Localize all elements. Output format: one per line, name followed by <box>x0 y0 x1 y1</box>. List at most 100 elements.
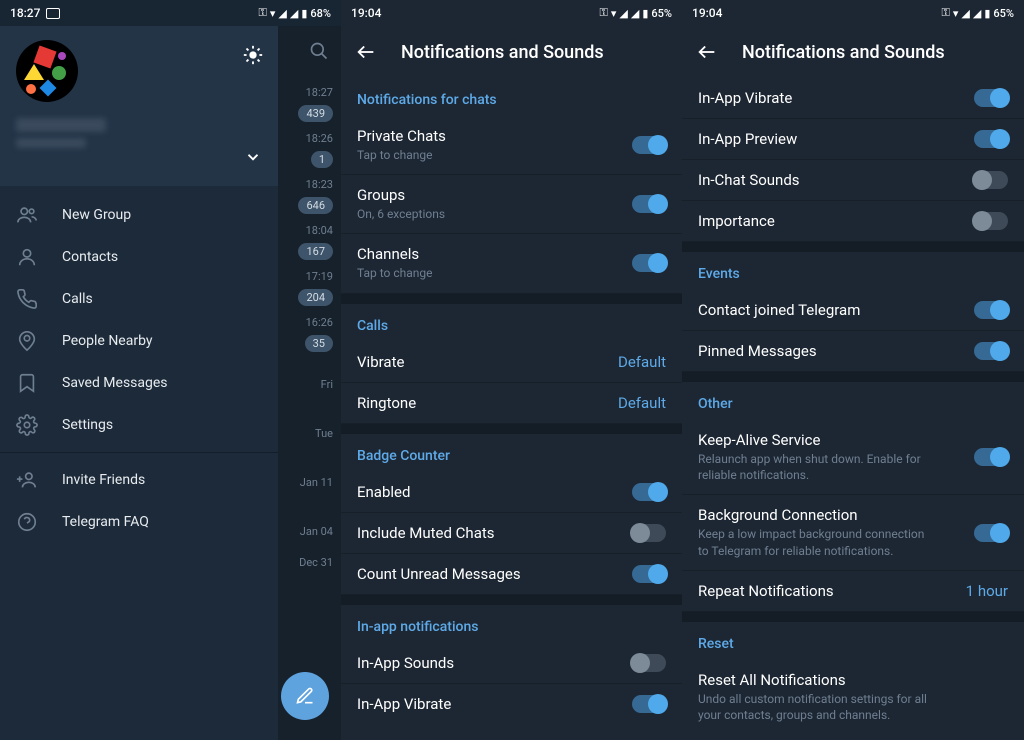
signal-icon: ◢ <box>961 7 969 20</box>
row-importance[interactable]: Importance <box>682 201 1024 242</box>
toggle-include-muted[interactable] <box>632 524 666 542</box>
status-right: ⚿ ▾ ◢ ◢ ▮ 68% <box>258 6 331 20</box>
toggle-channels[interactable] <box>632 254 666 272</box>
row-count-unread[interactable]: Count Unread Messages <box>341 554 682 595</box>
drawer-item-calls[interactable]: Calls <box>0 278 278 320</box>
row-repeat-notifications[interactable]: Repeat Notifications 1 hour <box>682 571 1024 612</box>
row-ringtone[interactable]: Ringtone Default <box>341 383 682 424</box>
toggle-inchat-sounds[interactable] <box>974 171 1008 189</box>
row-keep-alive[interactable]: Keep-Alive ServiceRelaunch app when shut… <box>682 420 1024 495</box>
row-reset-all[interactable]: Reset All NotificationsUndo all custom n… <box>682 660 1024 734</box>
page-title: Notifications and Sounds <box>742 42 945 63</box>
row-badge-enabled[interactable]: Enabled <box>341 472 682 513</box>
vpn-icon: ⚿ <box>941 6 949 20</box>
section-header: Reset <box>682 622 1024 660</box>
section-header: Notifications for chats <box>341 78 682 116</box>
nearby-icon <box>16 330 38 352</box>
theme-toggle-icon[interactable] <box>242 44 264 66</box>
chat-list-peek: 18:27439 18:261 18:23646 18:04167 17:192… <box>278 26 341 740</box>
row-value: Default <box>618 394 666 412</box>
drawer-item-label: Contacts <box>62 249 118 265</box>
row-contact-joined[interactable]: Contact joined Telegram <box>682 290 1024 331</box>
row-include-muted[interactable]: Include Muted Chats <box>341 513 682 554</box>
row-inapp-vibrate-2[interactable]: In-App Vibrate <box>682 78 1024 119</box>
signal-icon: ◢ <box>278 7 286 20</box>
toggle-inapp-vibrate[interactable] <box>632 695 666 713</box>
settings-screen-top: 19:04 ⚿ ▾ ◢ ◢ ▮ 65% Notifications and So… <box>341 0 682 740</box>
drawer-item-faq[interactable]: Telegram FAQ <box>0 501 278 543</box>
back-button[interactable] <box>355 41 377 63</box>
settings-screen-bottom: 19:04 ⚿ ▾ ◢ ◢ ▮ 65% Notifications and So… <box>682 0 1024 740</box>
toggle-groups[interactable] <box>632 195 666 213</box>
battery-icon: ▮ <box>301 7 307 20</box>
status-time: 19:04 <box>351 6 381 20</box>
toggle-contact-joined[interactable] <box>974 301 1008 319</box>
drawer-item-settings[interactable]: Settings <box>0 404 278 446</box>
drawer-header[interactable] <box>0 26 278 186</box>
row-channels[interactable]: ChannelsTap to change <box>341 234 682 293</box>
battery-icon: ▮ <box>642 7 648 20</box>
drawer-item-label: Settings <box>62 417 113 433</box>
row-inapp-preview[interactable]: In-App Preview <box>682 119 1024 160</box>
avatar[interactable] <box>16 40 78 102</box>
section-header: Badge Counter <box>341 434 682 472</box>
gear-icon <box>16 414 38 436</box>
app-bar: Notifications and Sounds <box>682 26 1024 78</box>
row-groups[interactable]: GroupsOn, 6 exceptions <box>341 175 682 234</box>
drawer-item-contacts[interactable]: Contacts <box>0 236 278 278</box>
drawer-item-invite-friends[interactable]: Invite Friends <box>0 459 278 501</box>
row-pinned-messages[interactable]: Pinned Messages <box>682 331 1024 372</box>
section-gap <box>682 372 1024 382</box>
drawer-screen: 18:27 ⚿ ▾ ◢ ◢ ▮ 68% 18:27439 18:261 18:2… <box>0 0 341 740</box>
toggle-count-unread[interactable] <box>632 565 666 583</box>
row-inchat-sounds[interactable]: In-Chat Sounds <box>682 160 1024 201</box>
row-background-connection[interactable]: Background ConnectionKeep a low impact b… <box>682 495 1024 570</box>
page-title: Notifications and Sounds <box>401 42 604 63</box>
wifi-icon: ▾ <box>953 7 959 20</box>
section-gap <box>341 424 682 434</box>
drawer-item-people-nearby[interactable]: People Nearby <box>0 320 278 362</box>
help-icon <box>16 511 38 533</box>
toggle-inapp-sounds[interactable] <box>632 654 666 672</box>
vpn-icon: ⚿ <box>599 6 607 20</box>
group-icon <box>16 204 38 226</box>
toggle-inapp-vibrate[interactable] <box>974 89 1008 107</box>
app-bar: Notifications and Sounds <box>341 26 682 78</box>
battery-icon: ▮ <box>984 7 990 20</box>
drawer-item-label: New Group <box>62 207 131 223</box>
signal-icon-2: ◢ <box>631 7 639 20</box>
row-value: 1 hour <box>966 582 1008 600</box>
pencil-icon <box>295 686 315 706</box>
navigation-drawer: New Group Contacts Calls People Nearby S… <box>0 26 278 740</box>
section-gap <box>341 294 682 304</box>
status-bar: 19:04 ⚿ ▾ ◢ ◢ ▮ 65% <box>341 0 682 26</box>
row-inapp-sounds[interactable]: In-App Sounds <box>341 643 682 684</box>
toggle-keep-alive[interactable] <box>974 448 1008 466</box>
status-bar: 19:04 ⚿ ▾ ◢ ◢ ▮ 65% <box>682 0 1024 26</box>
compose-fab[interactable] <box>281 672 329 720</box>
toggle-private-chats[interactable] <box>632 136 666 154</box>
wifi-icon: ▾ <box>611 7 617 20</box>
signal-icon-2: ◢ <box>290 7 298 20</box>
row-private-chats[interactable]: Private ChatsTap to change <box>341 116 682 175</box>
toggle-inapp-preview[interactable] <box>974 130 1008 148</box>
row-value: Default <box>618 353 666 371</box>
chevron-down-icon[interactable] <box>244 148 262 166</box>
toggle-pinned-messages[interactable] <box>974 342 1008 360</box>
back-button[interactable] <box>696 41 718 63</box>
invite-icon <box>16 469 38 491</box>
drawer-item-new-group[interactable]: New Group <box>0 194 278 236</box>
drawer-item-label: Invite Friends <box>62 472 145 488</box>
toggle-background-connection[interactable] <box>974 524 1008 542</box>
search-icon[interactable] <box>309 41 329 61</box>
phone-icon <box>16 288 38 310</box>
drawer-item-saved-messages[interactable]: Saved Messages <box>0 362 278 404</box>
toggle-badge-enabled[interactable] <box>632 483 666 501</box>
person-icon <box>16 246 38 268</box>
status-time: 19:04 <box>692 6 722 20</box>
vpn-icon: ⚿ <box>258 6 266 20</box>
row-inapp-vibrate[interactable]: In-App Vibrate <box>341 684 682 724</box>
row-vibrate[interactable]: Vibrate Default <box>341 342 682 383</box>
status-bar: 18:27 ⚿ ▾ ◢ ◢ ▮ 68% <box>0 0 341 26</box>
toggle-importance[interactable] <box>974 212 1008 230</box>
